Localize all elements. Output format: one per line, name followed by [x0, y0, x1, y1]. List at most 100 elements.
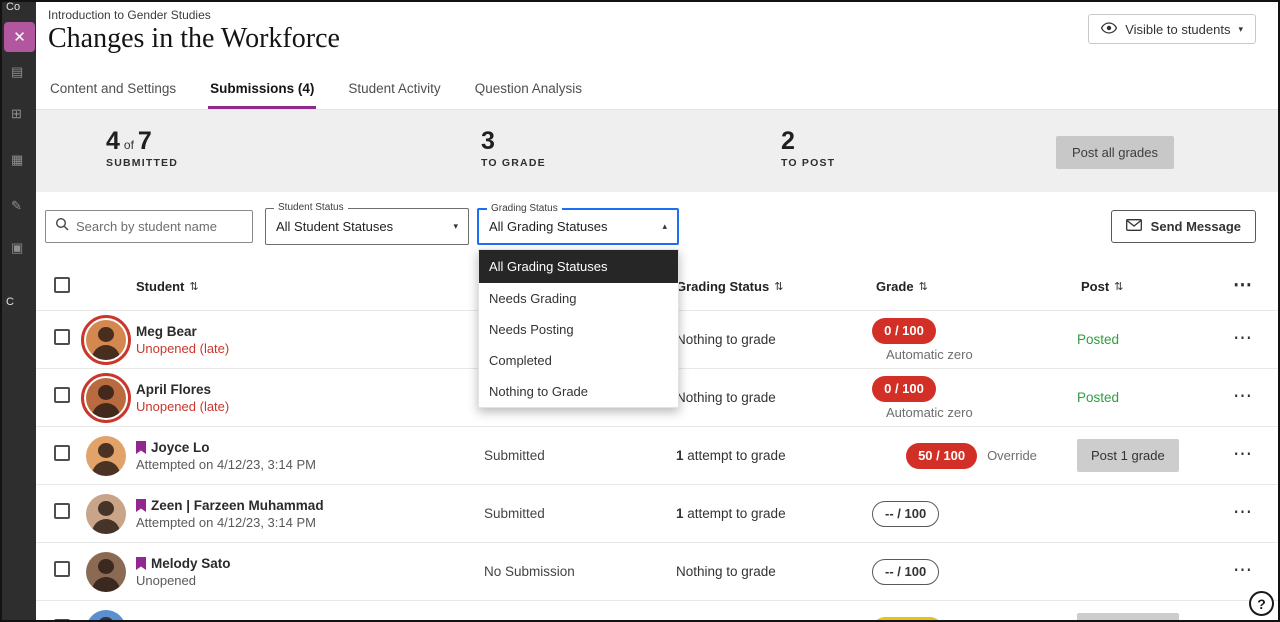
dropdown-option[interactable]: Completed — [479, 345, 678, 376]
stat-submitted: 4 of 7 SUBMITTED — [106, 127, 178, 169]
student-name[interactable]: Zeen | Farzeen Muhammad — [151, 498, 324, 513]
post-cell: Posted — [1071, 389, 1226, 407]
left-rail: Co ▤ ⊞ ▦ ✎ ▣ C — [2, 2, 36, 620]
grade-pill[interactable]: 0 / 100 — [872, 376, 936, 402]
student-name[interactable]: Meg Bear — [136, 324, 197, 339]
submission-subtext: Unopened (late) — [136, 399, 484, 414]
grading-status-cell: Nothing to grade — [676, 332, 866, 347]
student-name[interactable]: Melody Sato — [151, 556, 231, 571]
visibility-label: Visible to students — [1125, 22, 1230, 37]
sidebar-tool-icon-3[interactable]: ▦ — [11, 152, 23, 168]
submission-status: Submitted — [484, 506, 676, 521]
grade-pill[interactable]: -- / 100 — [872, 501, 939, 527]
submitted-label: SUBMITTED — [106, 157, 178, 169]
submission-subtext: Attempted on 4/12/23, 3:14 PM — [136, 515, 484, 530]
submission-status: Submitted — [484, 448, 676, 463]
post-grade-button[interactable]: Post 1 grade — [1077, 439, 1179, 472]
dropdown-option[interactable]: Needs Grading — [479, 283, 678, 314]
column-header-student[interactable]: Student ⇅ — [136, 279, 484, 294]
grading-status-value: All Grading Statuses — [489, 219, 608, 234]
send-message-button[interactable]: Send Message — [1111, 210, 1256, 243]
row-overflow-menu[interactable]: ⋯ — [1233, 386, 1253, 407]
student-name[interactable]: April Flores — [136, 382, 211, 397]
sidebar-tool-icon-4[interactable]: ✎ — [11, 198, 22, 214]
grading-status-cell: Nothing to grade — [676, 390, 866, 405]
row-overflow-menu[interactable]: ⋯ — [1233, 444, 1253, 465]
grade-pill[interactable]: -- / 100 — [872, 559, 939, 585]
row-overflow-menu[interactable]: ⋯ — [1233, 328, 1253, 349]
sidebar-tool-icon-5[interactable]: ▣ — [11, 240, 23, 256]
tab-student-activity[interactable]: Student Activity — [346, 70, 442, 109]
student-name[interactable]: Joyce Lo — [151, 440, 210, 455]
table-overflow-menu[interactable]: ⋯ — [1233, 275, 1253, 296]
posted-label: Posted — [1077, 390, 1119, 405]
tab-submissions[interactable]: Submissions (4) — [208, 70, 316, 109]
visibility-dropdown-button[interactable]: Visible to students ▾ — [1088, 14, 1256, 44]
rail-peek-text-top: Co — [6, 1, 20, 13]
grade-pill[interactable]: 70 / 100 — [872, 617, 943, 622]
filter-bar: Student Status All Student Statuses ▾ Gr… — [36, 192, 1278, 262]
table-row: Joyce LoAttempted on 4/12/23, 3:14 PMSub… — [36, 426, 1278, 484]
row-checkbox[interactable] — [54, 445, 70, 461]
help-button[interactable]: ? — [1249, 591, 1274, 616]
post-cell: Posted — [1071, 331, 1226, 349]
avatar — [81, 315, 131, 365]
close-icon: ✕ — [13, 28, 26, 46]
tab-content-and-settings[interactable]: Content and Settings — [48, 70, 178, 109]
grade-pill[interactable]: 50 / 100 — [906, 443, 977, 469]
chevron-down-icon: ▾ — [1238, 24, 1243, 35]
eye-icon — [1101, 22, 1117, 37]
post-all-grades-button[interactable]: Post all grades — [1056, 136, 1174, 169]
grade-cell: 50 / 100Override — [866, 443, 1071, 469]
row-checkbox[interactable] — [54, 561, 70, 577]
search-input[interactable] — [76, 219, 243, 234]
row-checkbox[interactable] — [54, 387, 70, 403]
submission-subtext: Unopened — [136, 573, 484, 588]
grading-status-select[interactable]: Grading Status All Grading Statuses ▴ — [477, 208, 679, 245]
tab-bar: Content and Settings Submissions (4) Stu… — [36, 70, 1278, 110]
dropdown-option[interactable]: Needs Posting — [479, 314, 678, 345]
column-header-grade[interactable]: Grade ⇅ — [866, 279, 1071, 294]
to-grade-count: 3 — [481, 127, 495, 156]
send-message-label: Send Message — [1151, 219, 1241, 234]
post-grade-button[interactable]: Post 1 grade — [1077, 613, 1179, 622]
column-header-grading-status[interactable]: Grading Status ⇅ — [676, 279, 866, 294]
rail-peek-text-mid: C — [6, 296, 14, 308]
search-box — [45, 210, 253, 243]
table-row: Zeen | Farzeen Muhammad Attempted on 4/12… — [36, 484, 1278, 542]
app-window: Co ▤ ⊞ ▦ ✎ ▣ C ✕ Introduction to Gender … — [0, 0, 1280, 622]
avatar — [81, 489, 131, 539]
column-header-post[interactable]: Post ⇅ — [1071, 279, 1226, 294]
sort-icon: ⇅ — [1114, 280, 1123, 293]
grade-pill[interactable]: 0 / 100 — [872, 318, 936, 344]
table-row: Arden TuomalaSubmittedNothing to grade70… — [36, 600, 1278, 622]
select-all-checkbox[interactable] — [54, 277, 70, 293]
chevron-up-icon: ▴ — [662, 221, 667, 232]
student-status-select[interactable]: Student Status All Student Statuses ▾ — [265, 208, 469, 245]
assessment-panel: Introduction to Gender Studies Changes i… — [36, 2, 1278, 620]
dropdown-option[interactable]: Nothing to Grade — [479, 376, 678, 407]
sidebar-tool-icon-1[interactable]: ▤ — [11, 64, 23, 80]
student-status-value: All Student Statuses — [276, 219, 393, 234]
table-row: Melody SatoUnopenedNo SubmissionNothing … — [36, 542, 1278, 600]
row-checkbox[interactable] — [54, 503, 70, 519]
row-checkbox[interactable] — [54, 329, 70, 345]
stat-to-grade: 3 TO GRADE — [481, 127, 546, 169]
close-panel-button[interactable]: ✕ — [4, 22, 35, 52]
student-status-label: Student Status — [274, 202, 348, 213]
row-overflow-menu[interactable]: ⋯ — [1233, 560, 1253, 581]
grade-cell: -- / 100 — [866, 559, 1071, 585]
row-overflow-menu[interactable]: ⋯ — [1233, 502, 1253, 523]
tab-question-analysis[interactable]: Question Analysis — [473, 70, 584, 109]
post-cell: Post 1 grade — [1071, 439, 1226, 472]
submission-status: No Submission — [484, 564, 676, 579]
avatar — [81, 605, 131, 622]
stats-bar: 4 of 7 SUBMITTED 3 TO GRADE 2 TO POST Po… — [36, 110, 1278, 192]
dropdown-option[interactable]: All Grading Statuses — [479, 250, 678, 283]
grading-status-menu: All Grading StatusesNeeds GradingNeeds P… — [478, 249, 679, 408]
grading-status-cell: 1 attempt to grade — [676, 448, 866, 463]
flag-icon — [136, 441, 146, 454]
row-overflow-menu[interactable]: ⋯ — [1233, 618, 1253, 622]
avatar — [81, 373, 131, 423]
sidebar-tool-icon-2[interactable]: ⊞ — [11, 106, 22, 122]
